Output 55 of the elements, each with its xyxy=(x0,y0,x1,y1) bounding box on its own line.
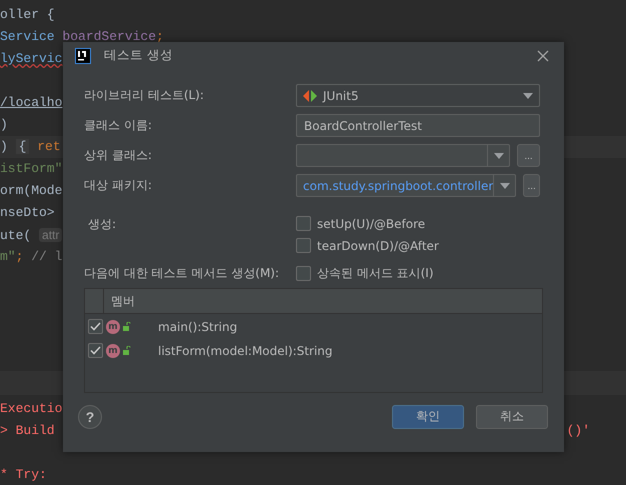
method-icon: m xyxy=(106,320,120,334)
method-icon: m xyxy=(106,344,120,358)
checkbox-label: 상속된 메서드 표시(I) xyxy=(317,265,434,282)
code-line: m"; // l xyxy=(0,248,62,266)
class-dropdown[interactable] xyxy=(296,144,510,168)
column-header: 멤버 xyxy=(110,292,135,310)
library-dropdown[interactable]: JUnit5 xyxy=(296,84,540,108)
code-line: ) xyxy=(0,116,8,134)
ok-button[interactable]: 확인 xyxy=(392,404,464,429)
field-label: 생성: xyxy=(87,216,118,234)
dropdown-arrow-icon xyxy=(523,92,533,99)
console-line: > Build xyxy=(0,422,56,438)
code-line: istForm" xyxy=(0,160,62,178)
code-line: lyServic xyxy=(0,50,62,68)
method-signature: main():String xyxy=(158,320,238,334)
checkbox[interactable] xyxy=(88,319,103,334)
browse-button[interactable]: ... xyxy=(517,144,540,168)
cancel-button[interactable]: 취소 xyxy=(476,404,548,429)
checkbox[interactable] xyxy=(296,266,311,282)
field-label: 클래스 이름: xyxy=(84,117,153,134)
console-line: ()' xyxy=(566,422,591,438)
field-label: 다음에 대한 테스트 메서드 생성(M): xyxy=(84,265,280,282)
checkbox[interactable] xyxy=(296,216,311,232)
console-line: Executio xyxy=(0,400,64,416)
library-value: JUnit5 xyxy=(323,88,359,103)
class-name-field[interactable]: BoardControllerTest xyxy=(296,114,540,138)
code-line: Service boardService; xyxy=(0,28,164,46)
checkbox-label: tearDown(D)/@After xyxy=(317,238,439,253)
lock-icon xyxy=(123,346,132,356)
field-label: 상위 클래스: xyxy=(84,147,153,164)
dialog-title: 테스트 생성 xyxy=(104,47,174,64)
code-line: ute( attr xyxy=(0,226,62,244)
field-label: 라이브러리 테스트(L): xyxy=(84,87,205,104)
dropdown-arrow-icon xyxy=(494,152,504,159)
help-button[interactable]: ? xyxy=(78,404,102,429)
junit-icon xyxy=(303,90,317,102)
lock-icon xyxy=(123,322,132,332)
method-signature: listForm(model:Model):String xyxy=(158,344,333,358)
checkbox[interactable] xyxy=(296,238,311,254)
field-label: 대상 패키지: xyxy=(84,177,153,194)
browse-button[interactable]: ... xyxy=(523,174,540,198)
check-icon xyxy=(90,346,101,356)
console-line: * Try: xyxy=(0,466,48,482)
close-button[interactable] xyxy=(536,48,550,63)
code-line: orm(Mode xyxy=(0,182,62,200)
checkbox[interactable] xyxy=(88,343,103,358)
code-line: ) { ret xyxy=(0,138,61,156)
code-line: oller { xyxy=(0,6,55,24)
code-line: nseDto> xyxy=(0,204,56,222)
dropdown-arrow-icon xyxy=(500,182,510,189)
check-icon xyxy=(90,322,101,332)
code-line: /localho xyxy=(0,94,62,112)
checkbox-label: setUp(U)/@Before xyxy=(317,216,426,231)
app-logo-icon xyxy=(75,48,91,64)
class-dropdown[interactable]: com.study.springboot.controller xyxy=(296,174,516,198)
